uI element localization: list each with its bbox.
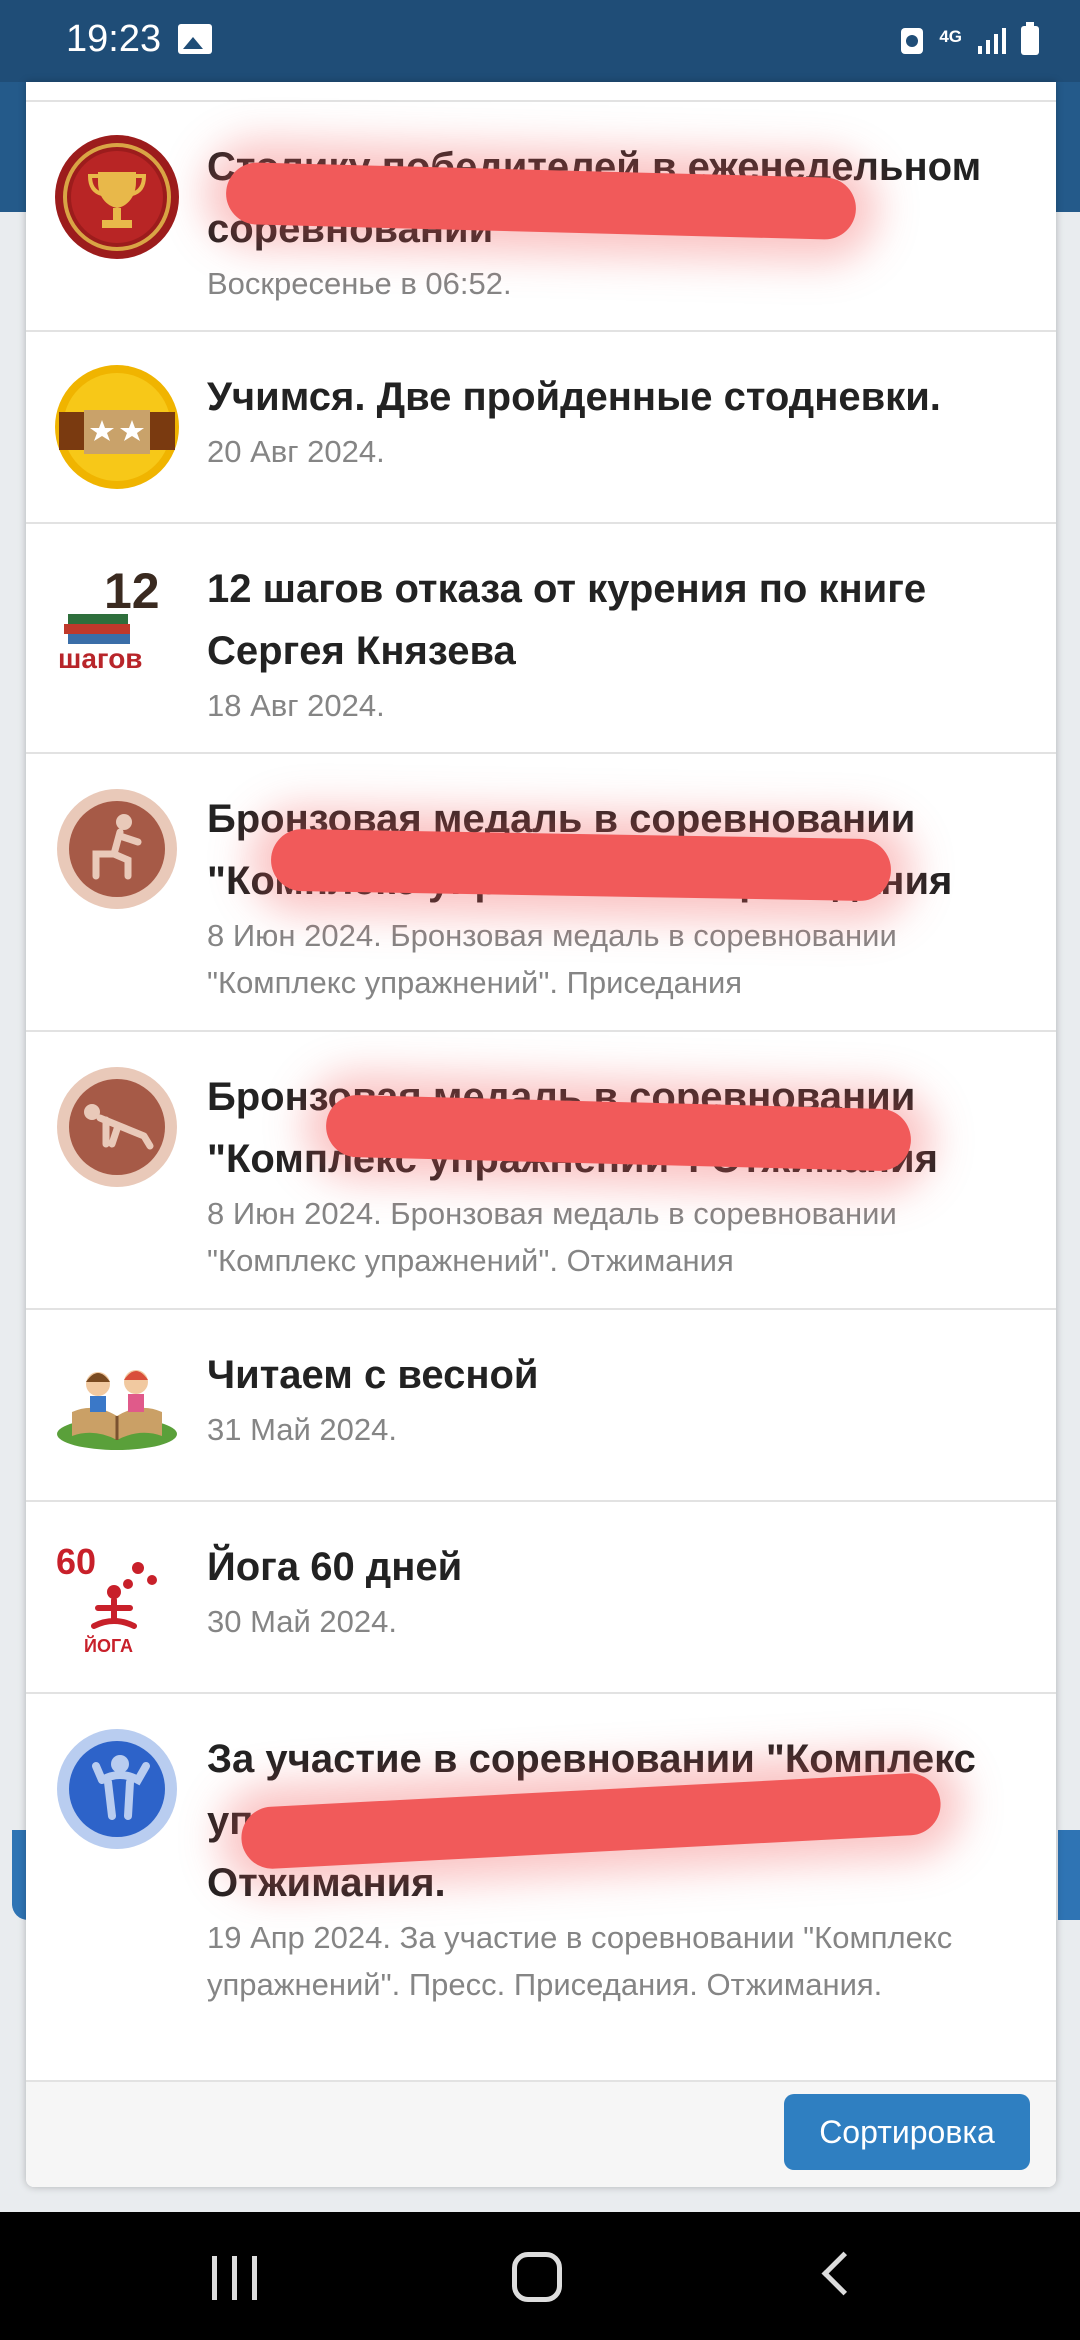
battery-icon (1021, 22, 1039, 55)
gallery-notification-icon (178, 24, 212, 54)
sort-button[interactable]: Сортировка (784, 2094, 1030, 2170)
item-date: Воскресенье в 06:52. (207, 266, 512, 301)
status-icons: 4G (899, 22, 1040, 56)
item-date: 8 Июн 2024. Бронзовая медаль в соревнова… (207, 1196, 897, 1278)
achievements-dialog: Столику победителей в еженедельном сорев… (26, 82, 1056, 2187)
yoga-60-icon: 60 ЙОГА (56, 1541, 157, 1656)
blue-athlete-medal-icon (57, 1729, 177, 1849)
data-saver-icon (901, 28, 924, 54)
svg-text:шагов: шагов (58, 643, 143, 674)
list-item[interactable]: Столику победителей в еженедельном сорев… (26, 100, 1056, 330)
network-type-label: 4G (939, 27, 962, 46)
kids-reading-book-icon (57, 1370, 177, 1450)
list-item[interactable]: Читаем с весной 31 Май 2024. (26, 1308, 1056, 1500)
item-date: 8 Июн 2024. Бронзовая медаль в соревнова… (207, 918, 897, 1000)
trophy-icon (55, 135, 179, 259)
status-bar: 19:23 4G (0, 0, 1080, 82)
signal-icon (978, 28, 1006, 54)
item-date: 31 Май 2024. (207, 1412, 398, 1447)
item-date: 18 Авг 2024. (207, 688, 385, 723)
bronze-medal-squat-icon (57, 789, 177, 909)
navigation-bar (0, 2212, 1080, 2340)
item-date: 20 Авг 2024. (207, 434, 385, 469)
list-item[interactable]: 60 ЙОГА Йога 60 дней 30 Май 2024. (26, 1500, 1056, 1692)
svg-text:60: 60 (56, 1541, 96, 1582)
bronze-medal-pushup-icon (57, 1067, 177, 1187)
list-item[interactable]: Бронзовая медаль в соревновании "Комплек… (26, 752, 1056, 1030)
list-item[interactable]: Бронзовая медаль в соревновании "Комплек… (26, 1030, 1056, 1308)
two-stars-badge-icon (55, 365, 179, 489)
item-date: 30 Май 2024. (207, 1604, 398, 1639)
svg-text:ЙОГА: ЙОГА (84, 1635, 133, 1656)
12-steps-books-icon: 12 шагов (58, 563, 160, 674)
redaction-mark (270, 828, 892, 902)
item-title: 12 шагов отказа от курения по книге Серг… (207, 567, 927, 673)
dialog-footer: Сортировка (26, 2080, 1056, 2187)
status-time: 19:23 (66, 18, 162, 60)
item-title: Йога 60 дней (207, 1545, 463, 1589)
list-item[interactable]: За участие в соревновании "Комплекс упра… (26, 1692, 1056, 2080)
item-title: Учимся. Две пройденные стодневки. (207, 375, 941, 419)
recent-apps-icon[interactable] (212, 2256, 258, 2300)
home-icon[interactable] (512, 2252, 562, 2302)
svg-text:12: 12 (104, 563, 160, 619)
list-item[interactable]: Учимся. Две пройденные стодневки. 20 Авг… (26, 330, 1056, 522)
achievements-list: Столику победителей в еженедельном сорев… (26, 100, 1056, 2080)
background-button-fragment-right (1058, 1830, 1080, 1920)
list-item[interactable]: 12 шагов 12 шагов отказа от курения по к… (26, 522, 1056, 752)
item-date: 19 Апр 2024. За участие в соревновании "… (207, 1920, 953, 2002)
back-icon[interactable] (821, 2251, 866, 2296)
item-title: Читаем с весной (207, 1353, 539, 1397)
